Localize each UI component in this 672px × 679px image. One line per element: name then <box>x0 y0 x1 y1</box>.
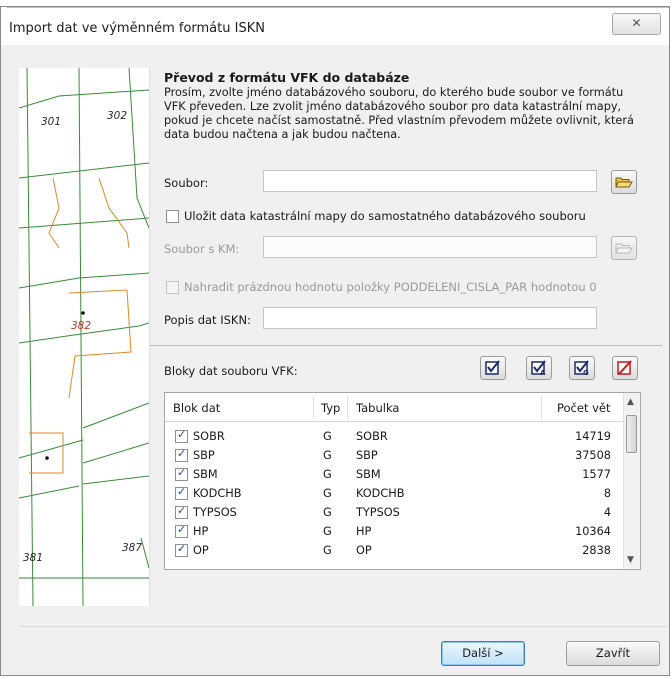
blocks-label: Bloky dat souboru VFK: <box>164 364 298 378</box>
cell-blok: OP <box>193 544 209 557</box>
table-row[interactable]: TYPSOS G TYPSOS 4 <box>165 503 625 522</box>
ulozit-km-label: Uložit data katastrální mapy do samostat… <box>184 209 586 223</box>
close-icon: ✕ <box>631 16 642 30</box>
intro-title: Převod z formátu VFK do databáze <box>164 70 410 85</box>
cell-typ: G <box>323 430 332 443</box>
cell-pocet: 1577 <box>582 468 611 481</box>
folder-open-icon <box>615 177 633 188</box>
check-attributes-icon: A <box>531 360 546 377</box>
cell-pocet: 37508 <box>575 449 611 462</box>
table-row[interactable]: SOBR G SOBR 14719 <box>165 427 625 446</box>
cell-tabulka: TYPSOS <box>356 506 400 519</box>
col-header-tabulka[interactable]: Tabulka <box>356 401 399 415</box>
soubor-km-input[interactable] <box>263 236 597 258</box>
parcel-label-382: 382 <box>71 320 92 332</box>
cell-tabulka: SBM <box>356 468 381 481</box>
cell-blok: HP <box>193 525 209 538</box>
uncheck-all-icon <box>617 360 632 375</box>
uncheck-all-button[interactable] <box>612 356 638 380</box>
cell-blok: KODCHB <box>193 487 242 500</box>
close-button[interactable]: Zavřít <box>566 641 660 666</box>
col-header-blok[interactable]: Blok dat <box>173 401 220 415</box>
table-row[interactable]: OP G OP 2838 <box>165 541 625 560</box>
table-row[interactable]: SBP G SBP 37508 <box>165 446 625 465</box>
row-checkbox[interactable] <box>175 466 188 481</box>
header-divider <box>313 395 314 419</box>
scroll-up-icon[interactable]: ▲ <box>627 397 634 407</box>
table-row[interactable]: SBM G SBM 1577 <box>165 465 625 484</box>
col-header-typ[interactable]: Typ <box>321 401 340 415</box>
title-bar: Import dat ve výměnném formátu ISKN ✕ <box>1 7 669 45</box>
footer-divider <box>19 626 667 627</box>
window-title: Import dat ve výměnném formátu ISKN <box>9 21 265 36</box>
row-checkbox[interactable] <box>175 542 188 557</box>
nahradit-checkbox[interactable] <box>166 281 179 294</box>
cell-typ: G <box>323 487 332 500</box>
check-graphic-blocks-button[interactable]: G <box>569 356 595 380</box>
row-checkbox[interactable] <box>175 504 188 519</box>
section-divider <box>150 345 662 346</box>
close-window-button[interactable]: ✕ <box>612 13 661 35</box>
row-checkbox[interactable] <box>175 523 188 538</box>
table-scrollbar[interactable]: ▲ ▼ <box>623 393 640 569</box>
col-header-pocet[interactable]: Počet vět <box>557 401 611 415</box>
cell-tabulka: OP <box>356 544 372 557</box>
header-divider <box>541 395 542 419</box>
intro-description: Prosím, zvolte jméno databázového soubor… <box>164 86 634 141</box>
cell-blok: SBP <box>193 449 215 462</box>
cell-tabulka: SOBR <box>356 430 388 443</box>
check-all-icon <box>485 360 500 375</box>
cell-blok: SOBR <box>193 430 225 443</box>
table-row[interactable]: KODCHB G KODCHB 8 <box>165 484 625 503</box>
parcel-label-381: 381 <box>23 552 44 564</box>
row-checkbox[interactable] <box>175 428 188 443</box>
soubor-label: Soubor: <box>164 176 209 190</box>
check-all-button[interactable] <box>480 356 506 380</box>
scroll-thumb[interactable] <box>626 415 637 453</box>
table-row[interactable]: HP G HP 10364 <box>165 522 625 541</box>
parcel-label-301: 301 <box>41 116 62 128</box>
cell-tabulka: HP <box>356 525 372 538</box>
browse-soubor-km-button[interactable] <box>611 236 637 260</box>
cell-pocet: 4 <box>603 506 611 519</box>
cell-typ: G <box>323 525 332 538</box>
blocks-table-header: Blok dat Typ Tabulka Počet vět <box>165 393 625 422</box>
popis-label: Popis dat ISKN: <box>164 313 251 327</box>
cell-tabulka: SBP <box>356 449 378 462</box>
cell-pocet: 14719 <box>575 430 611 443</box>
blocks-table: Blok dat Typ Tabulka Počet vět SOBR G SO… <box>164 392 641 570</box>
ulozit-km-checkbox[interactable] <box>166 210 179 223</box>
cadastral-map-preview: 301 302 382 381 387 <box>19 68 150 606</box>
row-checkbox[interactable] <box>175 447 188 462</box>
cell-typ: G <box>323 449 332 462</box>
cell-blok: SBM <box>193 468 218 481</box>
next-button[interactable]: Další > <box>441 641 525 666</box>
cell-pocet: 8 <box>603 487 611 500</box>
header-divider <box>347 395 348 419</box>
cell-typ: G <box>323 506 332 519</box>
soubor-km-label: Soubor s KM: <box>164 242 240 256</box>
cell-pocet: 10364 <box>575 525 611 538</box>
svg-text:G: G <box>583 369 589 377</box>
cell-blok: TYPSOS <box>193 506 237 519</box>
popis-input[interactable] <box>263 307 597 329</box>
check-attribute-blocks-button[interactable]: A <box>526 356 552 380</box>
browse-soubor-button[interactable] <box>611 170 637 194</box>
title-bar-border <box>7 7 669 8</box>
soubor-input[interactable] <box>263 170 597 192</box>
nahradit-label: Nahradit prázdnou hodnotu položky PODDEL… <box>184 280 597 294</box>
cell-typ: G <box>323 468 332 481</box>
folder-open-icon <box>615 243 633 254</box>
cell-typ: G <box>323 544 332 557</box>
map-lines <box>19 68 149 606</box>
row-checkbox[interactable] <box>175 485 188 500</box>
check-graphics-icon: G <box>574 360 589 377</box>
cell-pocet: 2838 <box>582 544 611 557</box>
cell-tabulka: KODCHB <box>356 487 405 500</box>
parcel-label-387: 387 <box>122 542 143 554</box>
svg-text:A: A <box>540 369 546 377</box>
scroll-down-icon[interactable]: ▼ <box>627 555 634 565</box>
parcel-label-302: 302 <box>107 110 128 122</box>
